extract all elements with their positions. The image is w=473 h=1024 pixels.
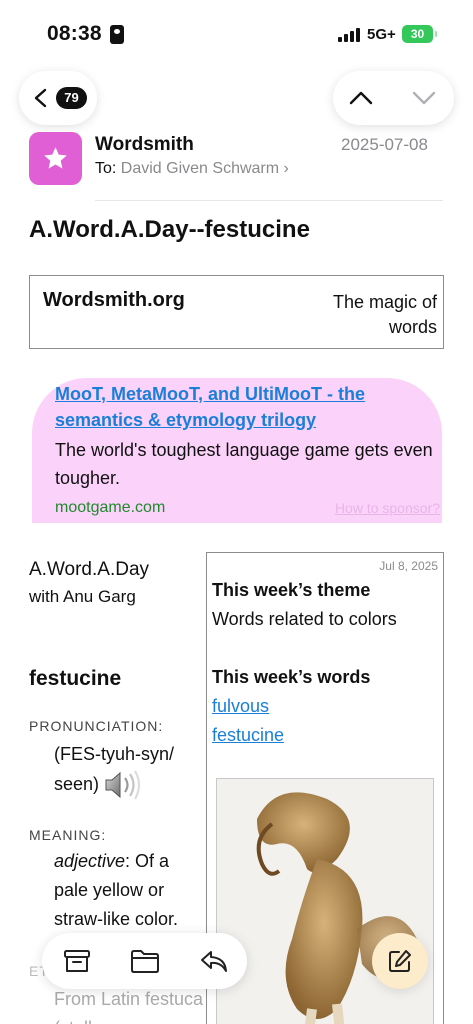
battery-level: 30 <box>410 27 425 41</box>
message-navigation <box>333 71 454 125</box>
word-of-day: festucine <box>29 667 122 690</box>
meaning: adjective: Of a pale yellow or straw-lik… <box>54 847 204 934</box>
week-word-link[interactable]: festucine <box>212 725 284 746</box>
archive-icon[interactable] <box>62 947 92 975</box>
wordsmith-banner: Wordsmith.org The magic of words <box>29 275 444 349</box>
banner-tagline: The magic of words <box>332 292 437 337</box>
unread-count-badge: 79 <box>56 87 87 109</box>
sponsor-url[interactable]: mootgame.com <box>55 499 165 517</box>
theme-text: Words related to colors <box>212 609 397 629</box>
folder-icon[interactable] <box>130 947 160 975</box>
bottom-toolbar <box>42 933 247 989</box>
network-type: 5G+ <box>367 26 396 43</box>
awad-title: A.Word.A.Day <box>29 559 150 580</box>
sponsor-box: MooT, MetaMooT, and UltiMooT - the seman… <box>32 378 442 523</box>
status-bar: 08:38 5G+ 30 <box>0 0 473 62</box>
speaker-icon[interactable] <box>104 769 142 801</box>
meaning-label: MEANING: <box>29 827 107 843</box>
back-button[interactable]: 79 <box>19 71 97 125</box>
chevron-right-icon: › <box>283 160 289 177</box>
status-time: 08:38 <box>47 22 102 45</box>
reply-icon[interactable] <box>199 947 229 975</box>
sponsor-description: The world's toughest language game gets … <box>55 440 433 488</box>
pronunciation: (FES-tyuh-syn/ seen) <box>54 740 204 801</box>
week-word-link[interactable]: fulvous <box>212 696 269 717</box>
theme-heading: This week’s theme <box>212 580 371 600</box>
chevron-left-icon <box>34 88 47 108</box>
header-divider <box>95 200 443 201</box>
star-icon <box>44 147 67 169</box>
to-label: To: <box>95 160 117 177</box>
awad-heading: A.Word.A.Day with Anu Garg <box>29 556 204 610</box>
message-subject: A.Word.A.Day--festucine <box>29 216 310 243</box>
words-heading: This week’s words <box>212 667 371 687</box>
banner-brand[interactable]: Wordsmith.org <box>43 287 228 314</box>
recipient-line[interactable]: To: David Given Schwarm › <box>95 160 289 178</box>
message-date: 2025-07-08 <box>341 135 428 154</box>
how-to-sponsor-link[interactable]: How to sponsor? <box>335 500 440 516</box>
chevron-up-icon[interactable] <box>348 88 374 108</box>
recipient-name: David Given Schwarm <box>120 160 280 177</box>
week-date: Jul 8, 2025 <box>379 559 438 573</box>
cellular-signal-icon <box>338 27 360 42</box>
contact-card-icon <box>110 25 124 44</box>
part-of-speech: adjective <box>54 851 126 871</box>
sender-name[interactable]: Wordsmith <box>95 134 194 156</box>
battery-icon: 30 <box>402 25 437 43</box>
sender-avatar[interactable] <box>29 132 82 185</box>
compose-button[interactable] <box>372 933 428 989</box>
chevron-down-icon[interactable] <box>411 88 437 108</box>
pronunciation-label: PRONUNCIATION: <box>29 718 164 734</box>
compose-icon <box>389 950 411 972</box>
sponsor-link[interactable]: MooT, MetaMooT, and UltiMooT - the seman… <box>55 381 440 433</box>
awad-subtitle: with Anu Garg <box>29 587 136 606</box>
etymology-text: From Latin festuca (stalk <box>54 989 204 1024</box>
